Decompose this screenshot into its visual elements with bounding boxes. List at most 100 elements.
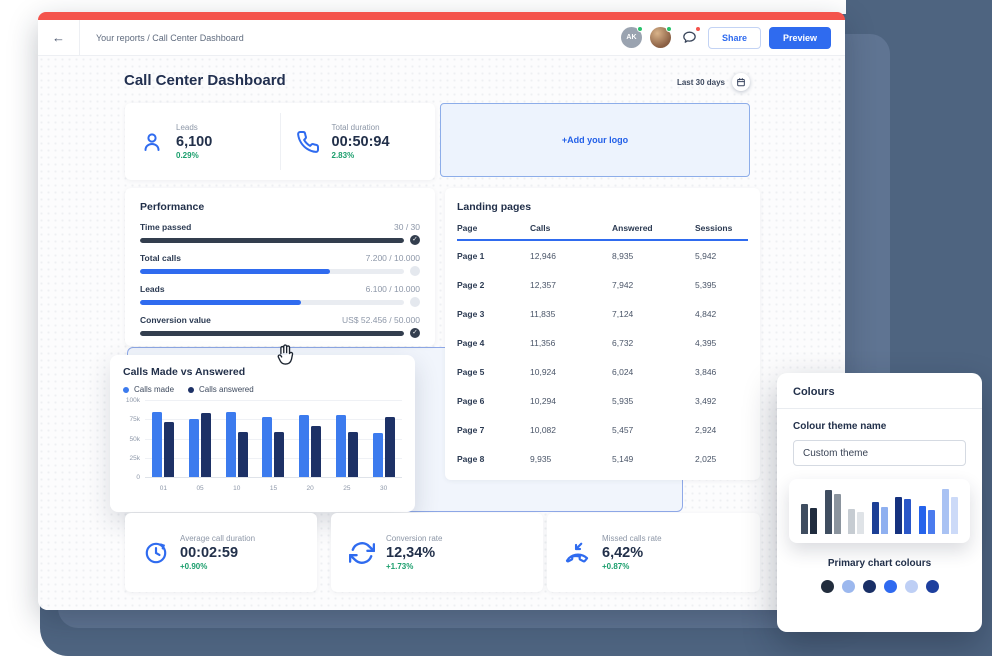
preview-bar (928, 510, 935, 534)
add-logo-box[interactable]: +Add your logo (440, 103, 750, 177)
kpi-value: 12,34% (386, 545, 442, 561)
cell-value: 5,942 (695, 251, 748, 261)
primary-colour-dot[interactable] (905, 580, 918, 593)
progress-label: Total calls (140, 253, 181, 263)
bar-calls-answered (311, 426, 321, 477)
x-tick-label: 05 (196, 485, 203, 492)
avatar-initials[interactable]: AK (621, 27, 642, 48)
empty-circle-icon (410, 266, 420, 276)
progress-fill (140, 269, 330, 274)
x-axis: 01051015202530 (145, 485, 402, 492)
preview-bar-group (872, 502, 888, 534)
report-canvas: Call Center Dashboard Last 30 days (38, 56, 845, 610)
primary-colour-dot[interactable] (926, 580, 939, 593)
notification-dot (695, 26, 701, 32)
progress-label: Time passed (140, 222, 191, 232)
primary-colour-dot[interactable] (821, 580, 834, 593)
performance-rows: Time passed30 / 30✓Total calls7.200 / 10… (140, 222, 420, 338)
share-button[interactable]: Share (708, 27, 761, 49)
bar-calls-made (336, 415, 346, 477)
preview-bar (942, 489, 949, 534)
progress-bar-row (140, 297, 420, 307)
progress-value: US$ 52.456 / 50.000 (342, 315, 420, 325)
table-row: Page 89,9355,1492,025 (457, 444, 748, 473)
date-range: Last 30 days (598, 73, 750, 91)
chat-button[interactable] (679, 27, 700, 48)
phone-icon (296, 129, 320, 155)
preview-bar (801, 504, 808, 534)
bar-group (226, 412, 248, 478)
preview-bar (951, 497, 958, 534)
table-row: Page 610,2945,9353,492 (457, 386, 748, 415)
clock-icon (143, 540, 169, 566)
top-bar: ← Your reports / Call Center Dashboard A… (38, 20, 845, 56)
cell-value: 11,356 (530, 338, 612, 348)
progress-bar-row (140, 266, 420, 276)
kpi-label: Total duration (332, 123, 390, 132)
user-avatar[interactable] (650, 27, 671, 48)
person-icon (140, 129, 164, 155)
bar-calls-answered (385, 417, 395, 477)
y-tick-label: 50k (130, 436, 140, 443)
progress-row: Total calls7.200 / 10.000 (140, 253, 420, 276)
cell-value: 4,395 (695, 338, 748, 348)
row-name: Page 1 (457, 251, 530, 261)
progress-track (140, 238, 404, 243)
primary-colour-dot[interactable] (842, 580, 855, 593)
cell-value: 10,924 (530, 367, 612, 377)
legend-label: Calls answered (199, 385, 254, 394)
primary-colour-dots (793, 580, 966, 593)
theme-name-input[interactable]: Custom theme (793, 440, 966, 466)
cell-value: 4,842 (695, 309, 748, 319)
primary-colour-dot[interactable] (863, 580, 876, 593)
calendar-button[interactable] (732, 73, 750, 91)
kpi-value: 00:02:59 (180, 545, 255, 561)
cell-value: 7,942 (612, 280, 695, 290)
preview-bar (848, 509, 855, 534)
bar-calls-answered (238, 432, 248, 477)
kpi-delta: 2.83% (332, 151, 390, 160)
check-circle-icon: ✓ (410, 235, 420, 245)
kpi-label: Conversion rate (386, 534, 442, 543)
chart-legend: Calls made Calls answered (123, 385, 402, 394)
x-tick-label: 10 (233, 485, 240, 492)
kpi-value: 00:50:94 (332, 134, 390, 150)
preview-bar (825, 490, 832, 534)
kpi-value: 6,42% (602, 545, 662, 561)
table-row: Page 112,9468,9355,942 (457, 241, 748, 270)
preview-button[interactable]: Preview (769, 27, 831, 49)
x-tick-label: 01 (160, 485, 167, 492)
preview-bar (810, 508, 817, 534)
y-tick-label: 25k (130, 455, 140, 462)
kpi-delta: +0.87% (602, 562, 662, 571)
row-name: Page 4 (457, 338, 530, 348)
kpi-card-missed-calls: Missed calls rate 6,42% +0.87% (547, 513, 760, 592)
cell-value: 9,935 (530, 454, 612, 464)
add-logo-label: +Add your logo (562, 135, 628, 145)
preview-bar-group (942, 489, 958, 534)
row-name: Page 8 (457, 454, 530, 464)
row-name: Page 2 (457, 280, 530, 290)
page-title: Call Center Dashboard (124, 72, 286, 89)
bar-group (262, 417, 284, 477)
progress-row: Leads6.100 / 10.000 (140, 284, 420, 307)
chart-card[interactable]: Calls Made vs Answered Calls madeCalls a… (110, 355, 415, 512)
progress-track (140, 269, 404, 274)
legend-item: Calls made (123, 385, 174, 394)
cell-value: 5,149 (612, 454, 695, 464)
check-circle-icon: ✓ (410, 328, 420, 338)
online-status-dot (666, 26, 672, 32)
table-row: Page 411,3566,7324,395 (457, 328, 748, 357)
performance-title: Performance (140, 201, 420, 213)
progress-track (140, 300, 404, 305)
kpi-leads: Leads 6,100 0.29% (125, 103, 280, 180)
primary-colour-dot[interactable] (884, 580, 897, 593)
preview-bar-group (848, 509, 864, 534)
table-header: PageCallsAnsweredSessions (457, 223, 748, 241)
y-tick-label: 0 (136, 474, 140, 481)
cell-value: 12,946 (530, 251, 612, 261)
progress-fill (140, 300, 301, 305)
bar-calls-answered (164, 422, 174, 477)
row-name: Page 5 (457, 367, 530, 377)
back-button[interactable]: ← (38, 20, 80, 56)
